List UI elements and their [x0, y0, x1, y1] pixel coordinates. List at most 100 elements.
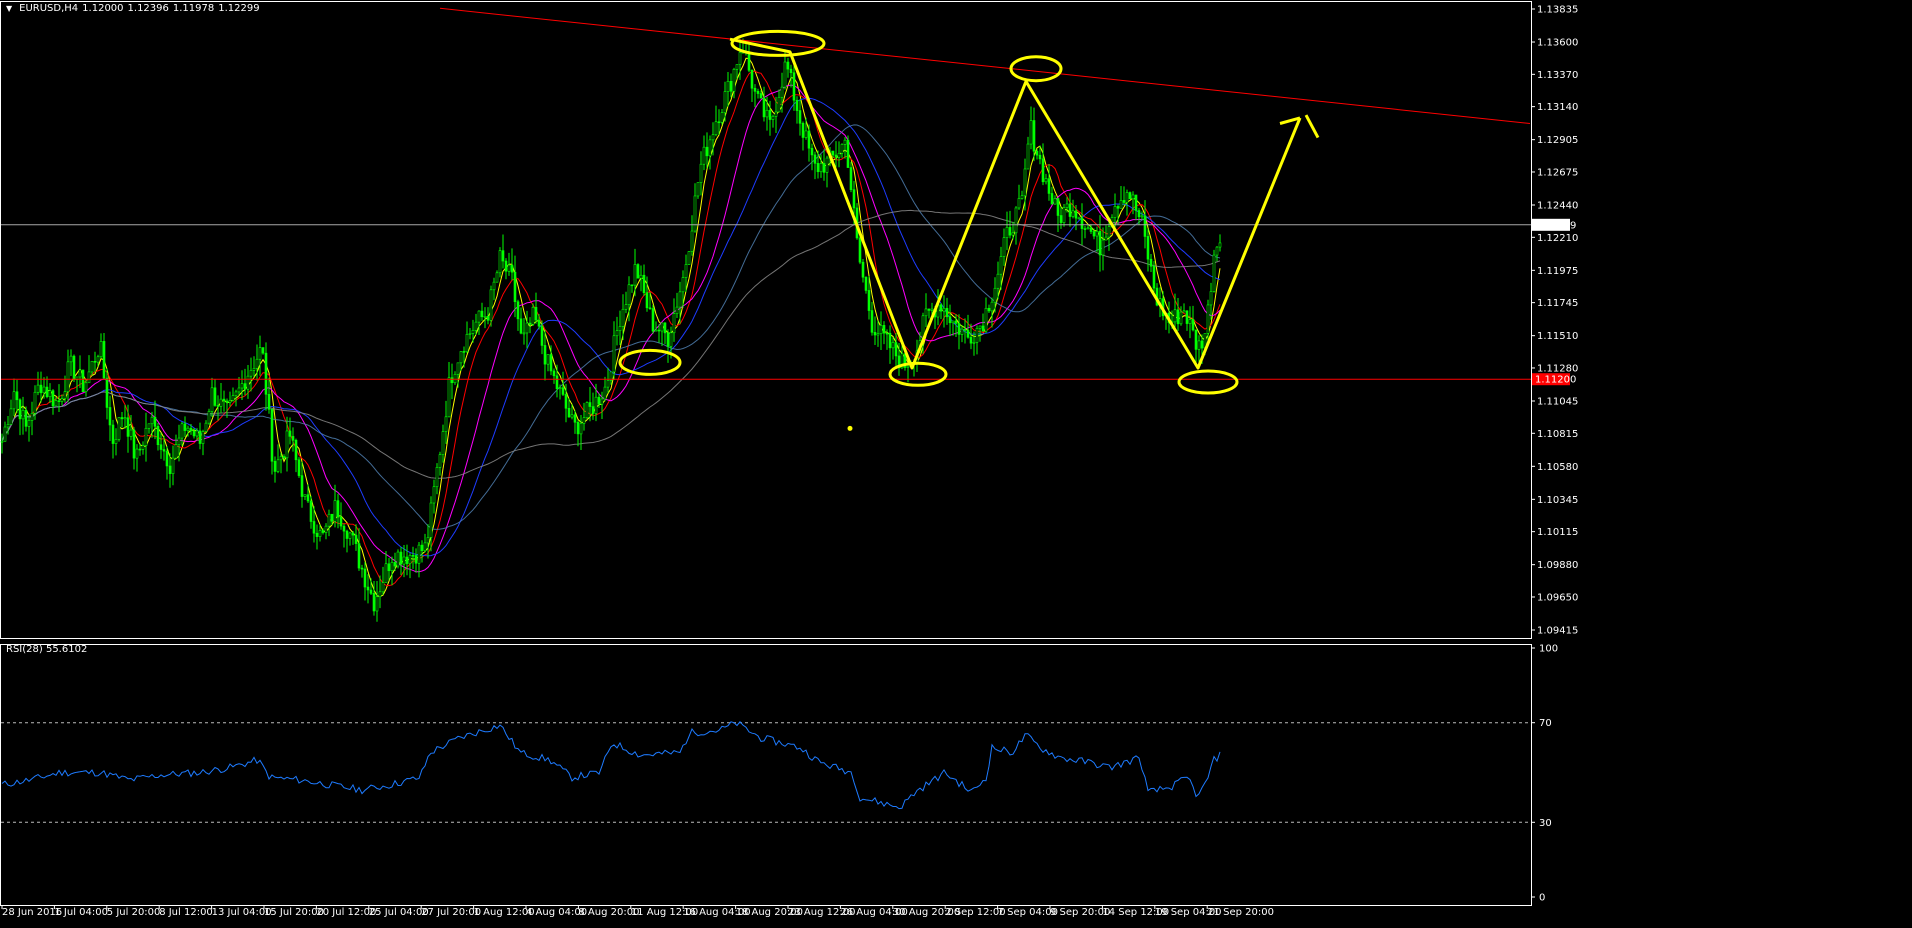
candle-body	[627, 284, 631, 305]
candle-body	[1020, 195, 1024, 199]
candle-body	[447, 377, 451, 418]
candle-body	[324, 525, 328, 533]
candle-body	[420, 544, 424, 551]
candle-body	[225, 400, 229, 403]
candle-body	[222, 398, 226, 402]
candle-body	[1047, 178, 1051, 194]
candle-body	[753, 87, 757, 92]
candle-body	[594, 396, 598, 414]
candle-body	[132, 429, 136, 459]
candle-body	[1152, 265, 1156, 289]
candle-body	[1080, 217, 1084, 229]
time-tick-label: 13 Jul 04:00	[212, 907, 272, 918]
candle-body	[357, 543, 361, 569]
price-tick-label: 1.11510	[1537, 331, 1578, 342]
candle-body	[48, 390, 52, 398]
candle-body	[186, 427, 190, 431]
candle-body	[1026, 143, 1030, 170]
price-tick-label: 1.11745	[1537, 298, 1578, 309]
candle-body	[1191, 319, 1195, 331]
symbol-timeframe: EURUSD,H4	[19, 3, 79, 14]
candle-body	[663, 322, 667, 334]
candle-body	[966, 330, 970, 338]
candle-body	[1140, 215, 1144, 218]
candle-body	[819, 163, 823, 173]
candle-body	[1062, 207, 1066, 223]
candle-body	[777, 96, 781, 113]
candle-body	[771, 116, 775, 120]
candle-body	[606, 380, 610, 388]
candle-body	[264, 352, 268, 395]
candle-body	[942, 308, 946, 312]
candle-body	[171, 457, 175, 474]
candle-body	[6, 424, 10, 428]
candle-body	[327, 513, 331, 527]
candle-body	[12, 391, 16, 410]
candle-body	[951, 320, 955, 324]
candle-body	[537, 319, 541, 327]
rsi-tick-label: 0	[1539, 893, 1545, 904]
candle-body	[1038, 154, 1042, 160]
candle-body	[78, 369, 82, 378]
candle-body	[579, 423, 583, 435]
candle-body	[489, 289, 493, 321]
candle-body	[576, 421, 580, 435]
candle-body	[705, 146, 709, 157]
candle-body	[66, 361, 70, 392]
candle-body	[1005, 227, 1009, 239]
candle-body	[429, 502, 433, 538]
candle-body	[651, 308, 655, 332]
candle-body	[54, 400, 58, 407]
candle-body	[417, 544, 421, 564]
ohlc-open: 1.12000	[82, 3, 124, 14]
dropdown-triangle-icon[interactable]: ▼	[6, 4, 12, 13]
candle-body	[729, 80, 733, 92]
candle-body	[441, 431, 445, 455]
candle-body	[807, 130, 811, 149]
time-tick-label: 5 Jul 20:00	[107, 907, 161, 918]
candle-body	[885, 332, 889, 335]
candle-body	[1113, 206, 1117, 218]
candle-body	[690, 230, 694, 252]
candle-body	[183, 423, 187, 431]
candle-body	[858, 237, 862, 263]
candle-body	[246, 375, 250, 390]
candle-body	[750, 69, 754, 89]
candle-body	[774, 111, 778, 117]
candle-body	[453, 373, 457, 384]
candle-body	[678, 291, 682, 308]
candle-body	[351, 532, 355, 536]
candle-body	[1065, 203, 1069, 208]
candle-body	[474, 321, 478, 331]
candle-body	[306, 494, 310, 502]
candle-body	[231, 395, 235, 401]
candle-body	[21, 410, 25, 420]
candle-body	[288, 430, 292, 437]
candle-body	[39, 384, 43, 394]
candle-body	[471, 329, 475, 334]
candle-body	[1089, 227, 1093, 232]
candle-body	[684, 264, 688, 278]
candle-body	[234, 391, 238, 396]
candle-body	[960, 328, 964, 335]
candle-body	[999, 256, 1003, 275]
candle-body	[468, 333, 472, 335]
candle-body	[315, 532, 319, 537]
candle-body	[795, 99, 799, 111]
candle-body	[843, 139, 847, 145]
price-tick-label: 1.12905	[1537, 135, 1578, 146]
candle-body	[102, 341, 106, 379]
candle-body	[672, 313, 676, 334]
price-tick-label: 1.11280	[1537, 363, 1578, 374]
candle-body	[1101, 239, 1105, 256]
candle-body	[408, 555, 412, 564]
candle-body	[456, 362, 460, 375]
candle-body	[1209, 291, 1213, 306]
candle-body	[600, 398, 604, 405]
candle-body	[1131, 194, 1135, 200]
candle-body	[963, 328, 967, 331]
candle-body	[585, 402, 589, 419]
candle-body	[267, 393, 271, 410]
candle-body	[816, 163, 820, 173]
candle-body	[531, 307, 535, 325]
